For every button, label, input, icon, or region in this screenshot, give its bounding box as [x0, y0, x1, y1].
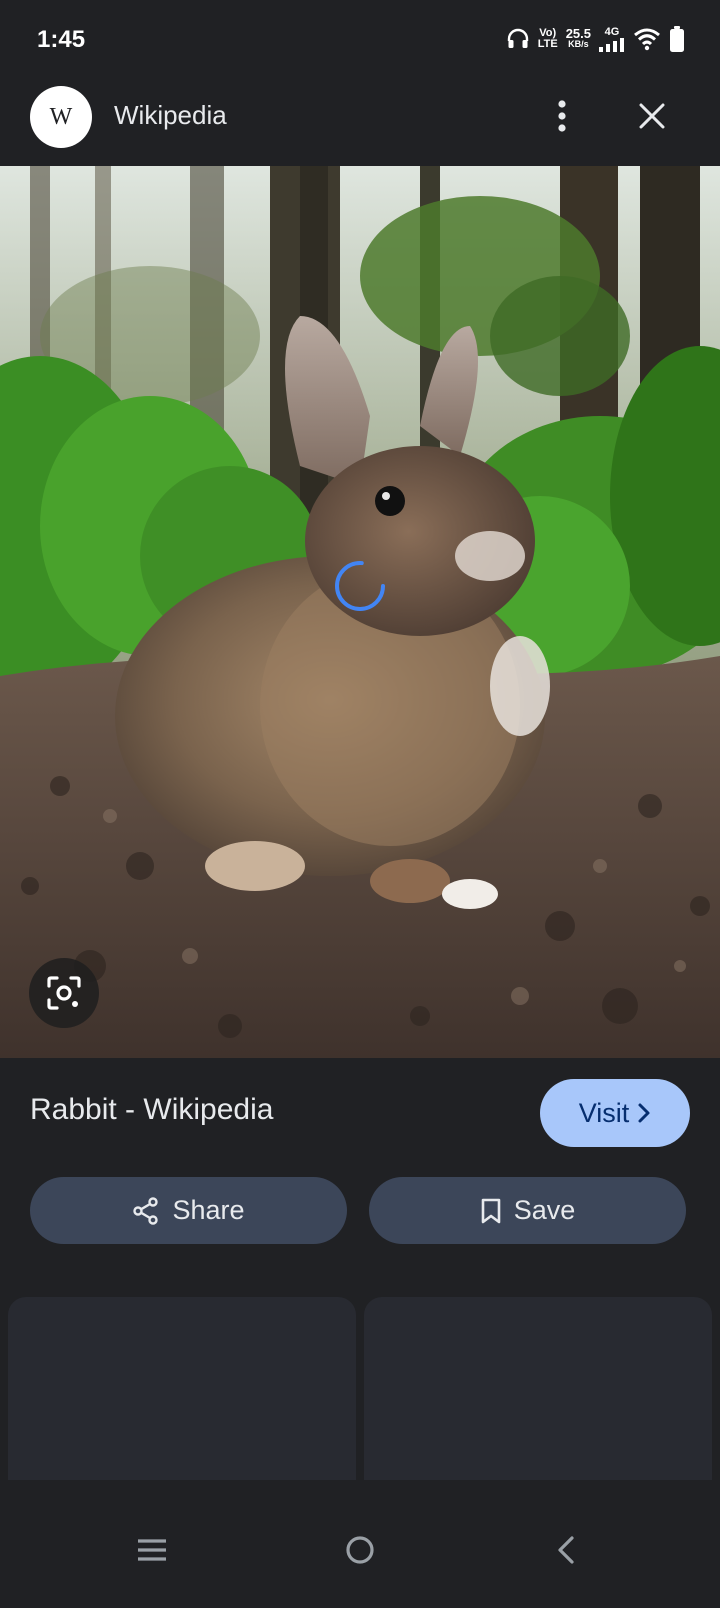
save-label: Save — [513, 1195, 576, 1225]
net-speed-unit: KB/s — [568, 39, 589, 49]
close-icon — [639, 103, 665, 129]
lens-search-button[interactable] — [29, 958, 99, 1028]
net-speed: 25.5 KB/s — [565, 26, 591, 50]
chevron-right-icon — [638, 1103, 650, 1123]
net-speed-value: 25.5 — [565, 26, 591, 41]
recent-apps-button[interactable] — [122, 1526, 182, 1574]
system-nav-bar — [0, 1480, 720, 1608]
home-icon — [346, 1536, 374, 1564]
lens-camera-icon — [47, 976, 81, 1010]
wifi-icon — [634, 28, 660, 51]
network-type: 4G — [604, 25, 620, 38]
status-time: 1:45 — [37, 26, 86, 53]
battery-icon — [670, 26, 684, 52]
menu-icon — [138, 1539, 166, 1561]
related-result-card[interactable] — [364, 1297, 712, 1480]
more-vert-icon — [558, 100, 566, 132]
back-icon — [558, 1536, 574, 1564]
site-name[interactable]: Wikipedia — [114, 100, 227, 131]
header: W Wikipedia — [0, 80, 720, 166]
rabbit-photo — [0, 166, 720, 1058]
share-label: Share — [172, 1195, 245, 1225]
result-image[interactable] — [0, 166, 720, 1058]
visit-button[interactable]: Visit — [540, 1079, 690, 1147]
status-icons: Vo) LTE 25.5 KB/s 4G — [506, 26, 685, 52]
volte-indicator: Vo) LTE — [538, 28, 558, 50]
home-button[interactable] — [330, 1526, 390, 1574]
visit-label: Visit — [578, 1097, 630, 1128]
close-button[interactable] — [630, 90, 674, 142]
share-button[interactable]: Share — [30, 1177, 347, 1244]
headphones-icon — [507, 28, 528, 48]
more-options-button[interactable] — [540, 90, 584, 142]
signal-icon — [599, 37, 624, 52]
wikipedia-logo-icon: W — [30, 86, 92, 148]
volte-bottom: LTE — [537, 38, 558, 50]
save-button[interactable]: Save — [369, 1177, 686, 1244]
result-title[interactable]: Rabbit - Wikipedia — [30, 1093, 273, 1127]
bookmark-icon — [481, 1198, 501, 1223]
related-result-card[interactable] — [8, 1297, 356, 1480]
logo-letter: W — [49, 103, 73, 130]
network-indicator: 4G — [599, 25, 625, 52]
share-icon — [133, 1196, 159, 1225]
status-bar: 1:45 Vo) LTE 25.5 KB/s 4G — [0, 0, 720, 80]
back-button[interactable] — [536, 1526, 596, 1574]
